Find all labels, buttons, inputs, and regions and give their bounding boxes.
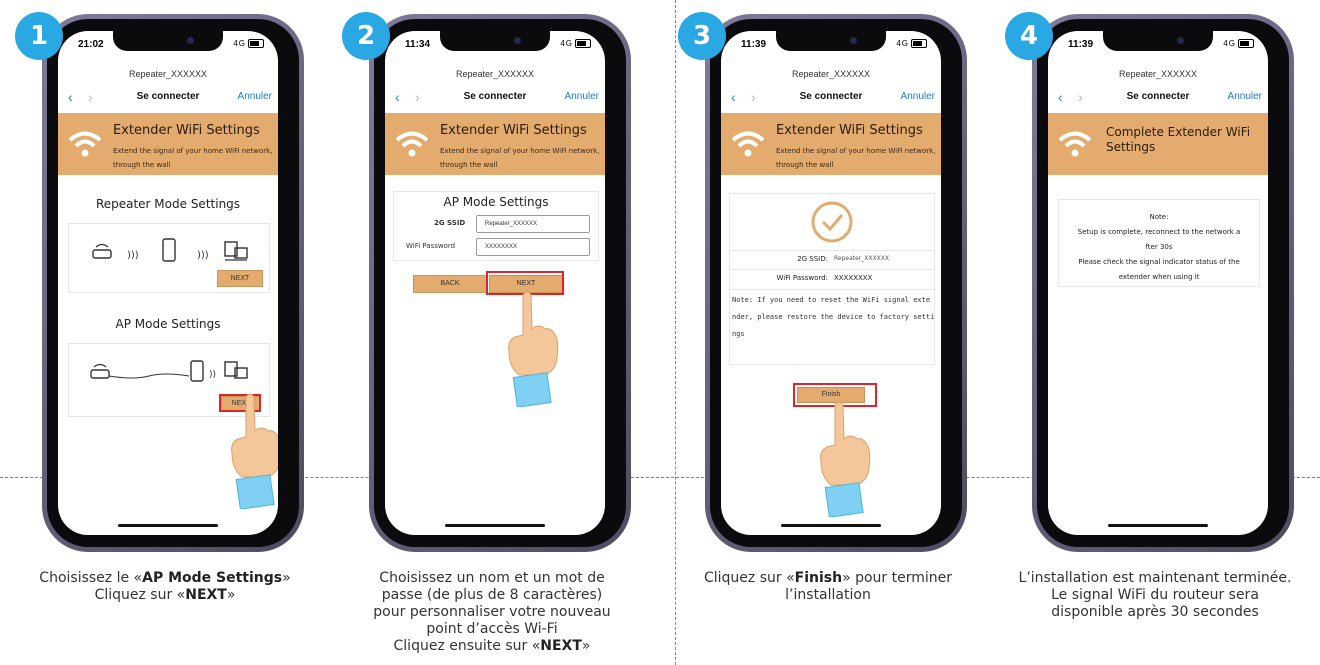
banner-subtitle: Extend the signal of your home WiFi netw… — [113, 147, 273, 169]
status-signal-battery: 4G — [233, 39, 264, 49]
phone-mockup: 11:39 4G Repeater_XXXXXX ‹ › Se connecte… — [1032, 14, 1294, 552]
repeater-mode-title: Repeater Mode Settings — [95, 197, 241, 211]
step-4: 4 11:39 4G Repeater_XXXXXX ‹ › Se connec… — [990, 0, 1320, 665]
phone-screen: 11:34 4G Repeater_XXXXXX ‹ › Se connecte… — [385, 31, 605, 535]
wifi-icon — [68, 131, 102, 157]
svg-text:))): ))) — [127, 250, 139, 261]
step-caption: L’installation est maintenant terminée. … — [1018, 570, 1292, 620]
browser-nav-bar: ‹ › Se connecter Annuler — [721, 89, 941, 107]
back-button[interactable]: BACK — [413, 275, 487, 293]
battery-icon — [575, 39, 591, 49]
status-time: 11:39 — [741, 39, 767, 50]
phone-mockup: 11:39 4G Repeater_XXXXXX ‹ › Se connecte… — [705, 14, 967, 552]
repeater-topology-icon: ))) ))) — [92, 238, 248, 262]
step-number-badge: 2 — [342, 12, 390, 60]
reset-note: Note: If you need to reset the WiFi sign… — [730, 289, 936, 343]
completion-note: Note: Setup is complete, reconnect to th… — [1058, 199, 1260, 287]
phone-mockup: 21:02 4G Repeater_XXXXXX ‹ › Se connecte… — [42, 14, 304, 552]
browser-nav-bar: ‹ › Se connecter Annuler — [385, 89, 605, 107]
phone-notch — [440, 31, 550, 51]
status-time: 21:02 — [78, 39, 104, 50]
banner-title: Extender WiFi Settings — [113, 123, 260, 138]
browser-nav-bar: ‹ › Se connecter Annuler — [1048, 89, 1268, 107]
pointing-hand-icon — [508, 291, 559, 407]
page-title: Repeater_XXXXXX — [1118, 69, 1198, 79]
password-row: WiFi Password: XXXXXXXX — [730, 269, 934, 288]
svg-text:))): ))) — [197, 250, 209, 261]
browser-nav-bar: ‹ › Se connecter Annuler — [58, 89, 278, 107]
banner-subtitle: Extend the signal of your home WiFi netw… — [776, 147, 936, 169]
page-title: Repeater_XXXXXX — [128, 69, 208, 79]
banner-title: Complete Extender WiFi Settings — [1106, 125, 1251, 154]
complete-banner: Complete Extender WiFi Settings — [1048, 113, 1268, 175]
battery-icon — [248, 39, 264, 49]
home-indicator — [118, 524, 218, 527]
step-number-badge: 4 — [1005, 12, 1053, 60]
battery-icon — [911, 39, 927, 49]
status-signal-battery: 4G — [896, 39, 927, 49]
home-indicator — [445, 524, 545, 527]
result-card: 2G SSID: Repeater_XXXXXX WiFi Password: … — [729, 193, 936, 365]
cancel-link[interactable]: Annuler — [901, 91, 935, 102]
pointing-hand-icon — [231, 393, 278, 509]
repeater-next-button[interactable]: NEXT — [217, 270, 263, 287]
note-title: Note: — [1149, 213, 1169, 221]
step-1: 1 21:02 4G Repeater_XXXXXX ‹ › Se connec… — [0, 0, 330, 665]
status-time: 11:39 — [1068, 39, 1094, 50]
step-3: 3 11:39 4G Repeater_XXXXXX ‹ › Se connec… — [663, 0, 993, 665]
settings-banner: Extender WiFi Settings Extend the signal… — [721, 113, 941, 175]
banner-title: Extender WiFi Settings — [440, 123, 587, 138]
ap-mode-title: AP Mode Settings — [115, 317, 221, 331]
step-caption: Choisissez un nom et un mot de passe (de… — [373, 570, 611, 654]
password-label: WiFi Password — [406, 242, 456, 250]
phone-screen: 11:39 4G Repeater_XXXXXX ‹ › Se connecte… — [1048, 31, 1268, 535]
svg-text:)): )) — [209, 370, 216, 380]
cancel-link[interactable]: Annuler — [238, 91, 272, 102]
phone-notch — [776, 31, 886, 51]
page-title: Repeater_XXXXXX — [455, 69, 535, 79]
phone-mockup: 11:34 4G Repeater_XXXXXX ‹ › Se connecte… — [369, 14, 631, 552]
ap-topology-icon: )) — [90, 360, 248, 382]
form-title: AP Mode Settings — [443, 195, 549, 209]
check-circle-icon — [811, 201, 853, 243]
battery-icon — [1238, 39, 1254, 49]
step-number-badge: 3 — [678, 12, 726, 60]
page-title: Repeater_XXXXXX — [791, 69, 871, 79]
banner-title: Extender WiFi Settings — [776, 123, 923, 138]
cancel-link[interactable]: Annuler — [565, 91, 599, 102]
step-caption: Choisissez le «AP Mode Settings» Cliquez… — [39, 570, 291, 603]
home-indicator — [781, 524, 881, 527]
status-signal-battery: 4G — [1223, 39, 1254, 49]
home-indicator — [1108, 524, 1208, 527]
settings-banner: Extender WiFi Settings Extend the signal… — [385, 113, 605, 175]
ssid-label: 2G SSID — [434, 219, 466, 227]
step-number-badge: 1 — [15, 12, 63, 60]
step-caption: Cliquez sur «Finish» pour terminer l’ins… — [703, 570, 953, 603]
ap-settings-form: AP Mode Settings 2G SSID Repeater_XXXXXX… — [393, 191, 599, 261]
pointing-hand-icon — [820, 401, 871, 517]
status-time: 11:34 — [405, 39, 431, 50]
phone-notch — [1103, 31, 1213, 51]
cancel-link[interactable]: Annuler — [1228, 91, 1262, 102]
status-signal-battery: 4G — [560, 39, 591, 49]
banner-subtitle: Extend the signal of your home WiFi netw… — [440, 147, 600, 169]
wifi-icon — [395, 131, 429, 157]
password-input[interactable]: XXXXXXXX — [476, 238, 590, 256]
ssid-input[interactable]: Repeater_XXXXXX — [476, 215, 590, 233]
phone-notch — [113, 31, 223, 51]
settings-banner: Extender WiFi Settings Extend the signal… — [58, 113, 278, 175]
step-2: 2 11:34 4G Repeater_XXXXXX ‹ › Se connec… — [327, 0, 657, 665]
wifi-icon — [1058, 131, 1092, 157]
phone-screen: 11:39 4G Repeater_XXXXXX ‹ › Se connecte… — [721, 31, 941, 535]
ssid-row: 2G SSID: Repeater_XXXXXX — [730, 250, 934, 269]
wifi-icon — [731, 131, 765, 157]
repeater-mode-card: ))) ))) NEXT — [68, 223, 270, 293]
phone-screen: 21:02 4G Repeater_XXXXXX ‹ › Se connecte… — [58, 31, 278, 535]
